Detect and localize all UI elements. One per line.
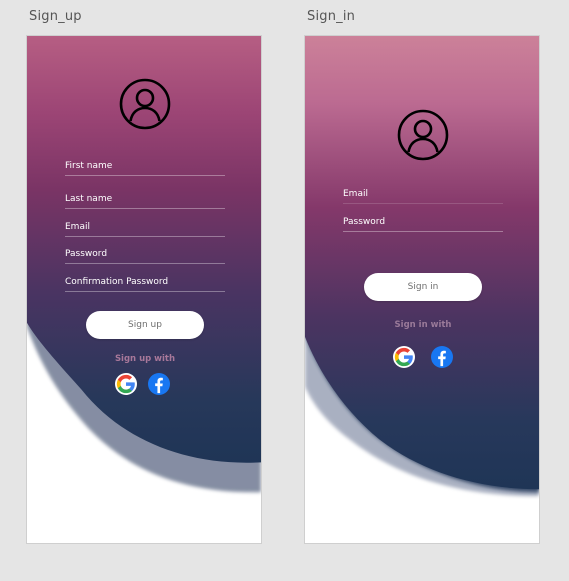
artboard-title-sign-in: Sign_in <box>307 9 356 24</box>
password-field[interactable]: Password <box>65 249 225 264</box>
last-name-field[interactable]: Last name <box>65 194 225 209</box>
facebook-icon[interactable] <box>148 373 170 395</box>
confirm-password-label: Confirmation Password <box>65 277 169 287</box>
password-field[interactable]: Password <box>343 217 503 232</box>
sign-in-screen: Email Password Sign in Sign in with <box>304 35 540 544</box>
first-name-field[interactable]: First name <box>65 161 225 176</box>
sign-up-with-text: Sign up with <box>114 354 176 364</box>
email-label: Email <box>343 189 368 199</box>
artboard-title-sign-up: Sign_up <box>29 9 82 24</box>
sign-in-with-text: Sign in with <box>394 320 452 330</box>
user-avatar-icon <box>119 78 171 130</box>
password-label: Password <box>65 249 108 259</box>
confirm-password-field[interactable]: Confirmation Password <box>65 277 225 292</box>
password-label: Password <box>343 217 386 227</box>
email-label: Email <box>65 222 90 232</box>
email-field[interactable]: Email <box>343 189 503 204</box>
last-name-label: Last name <box>65 194 113 204</box>
google-icon[interactable] <box>393 346 415 368</box>
email-field[interactable]: Email <box>65 222 225 237</box>
sign-up-button[interactable]: Sign up <box>86 311 204 339</box>
first-name-label: First name <box>65 161 113 171</box>
google-icon[interactable] <box>115 373 137 395</box>
facebook-icon[interactable] <box>431 346 453 368</box>
sign-up-screen: First name Last name Email Password Conf… <box>26 35 262 544</box>
user-avatar-icon <box>397 109 449 161</box>
sign-in-button[interactable]: Sign in <box>364 273 482 301</box>
